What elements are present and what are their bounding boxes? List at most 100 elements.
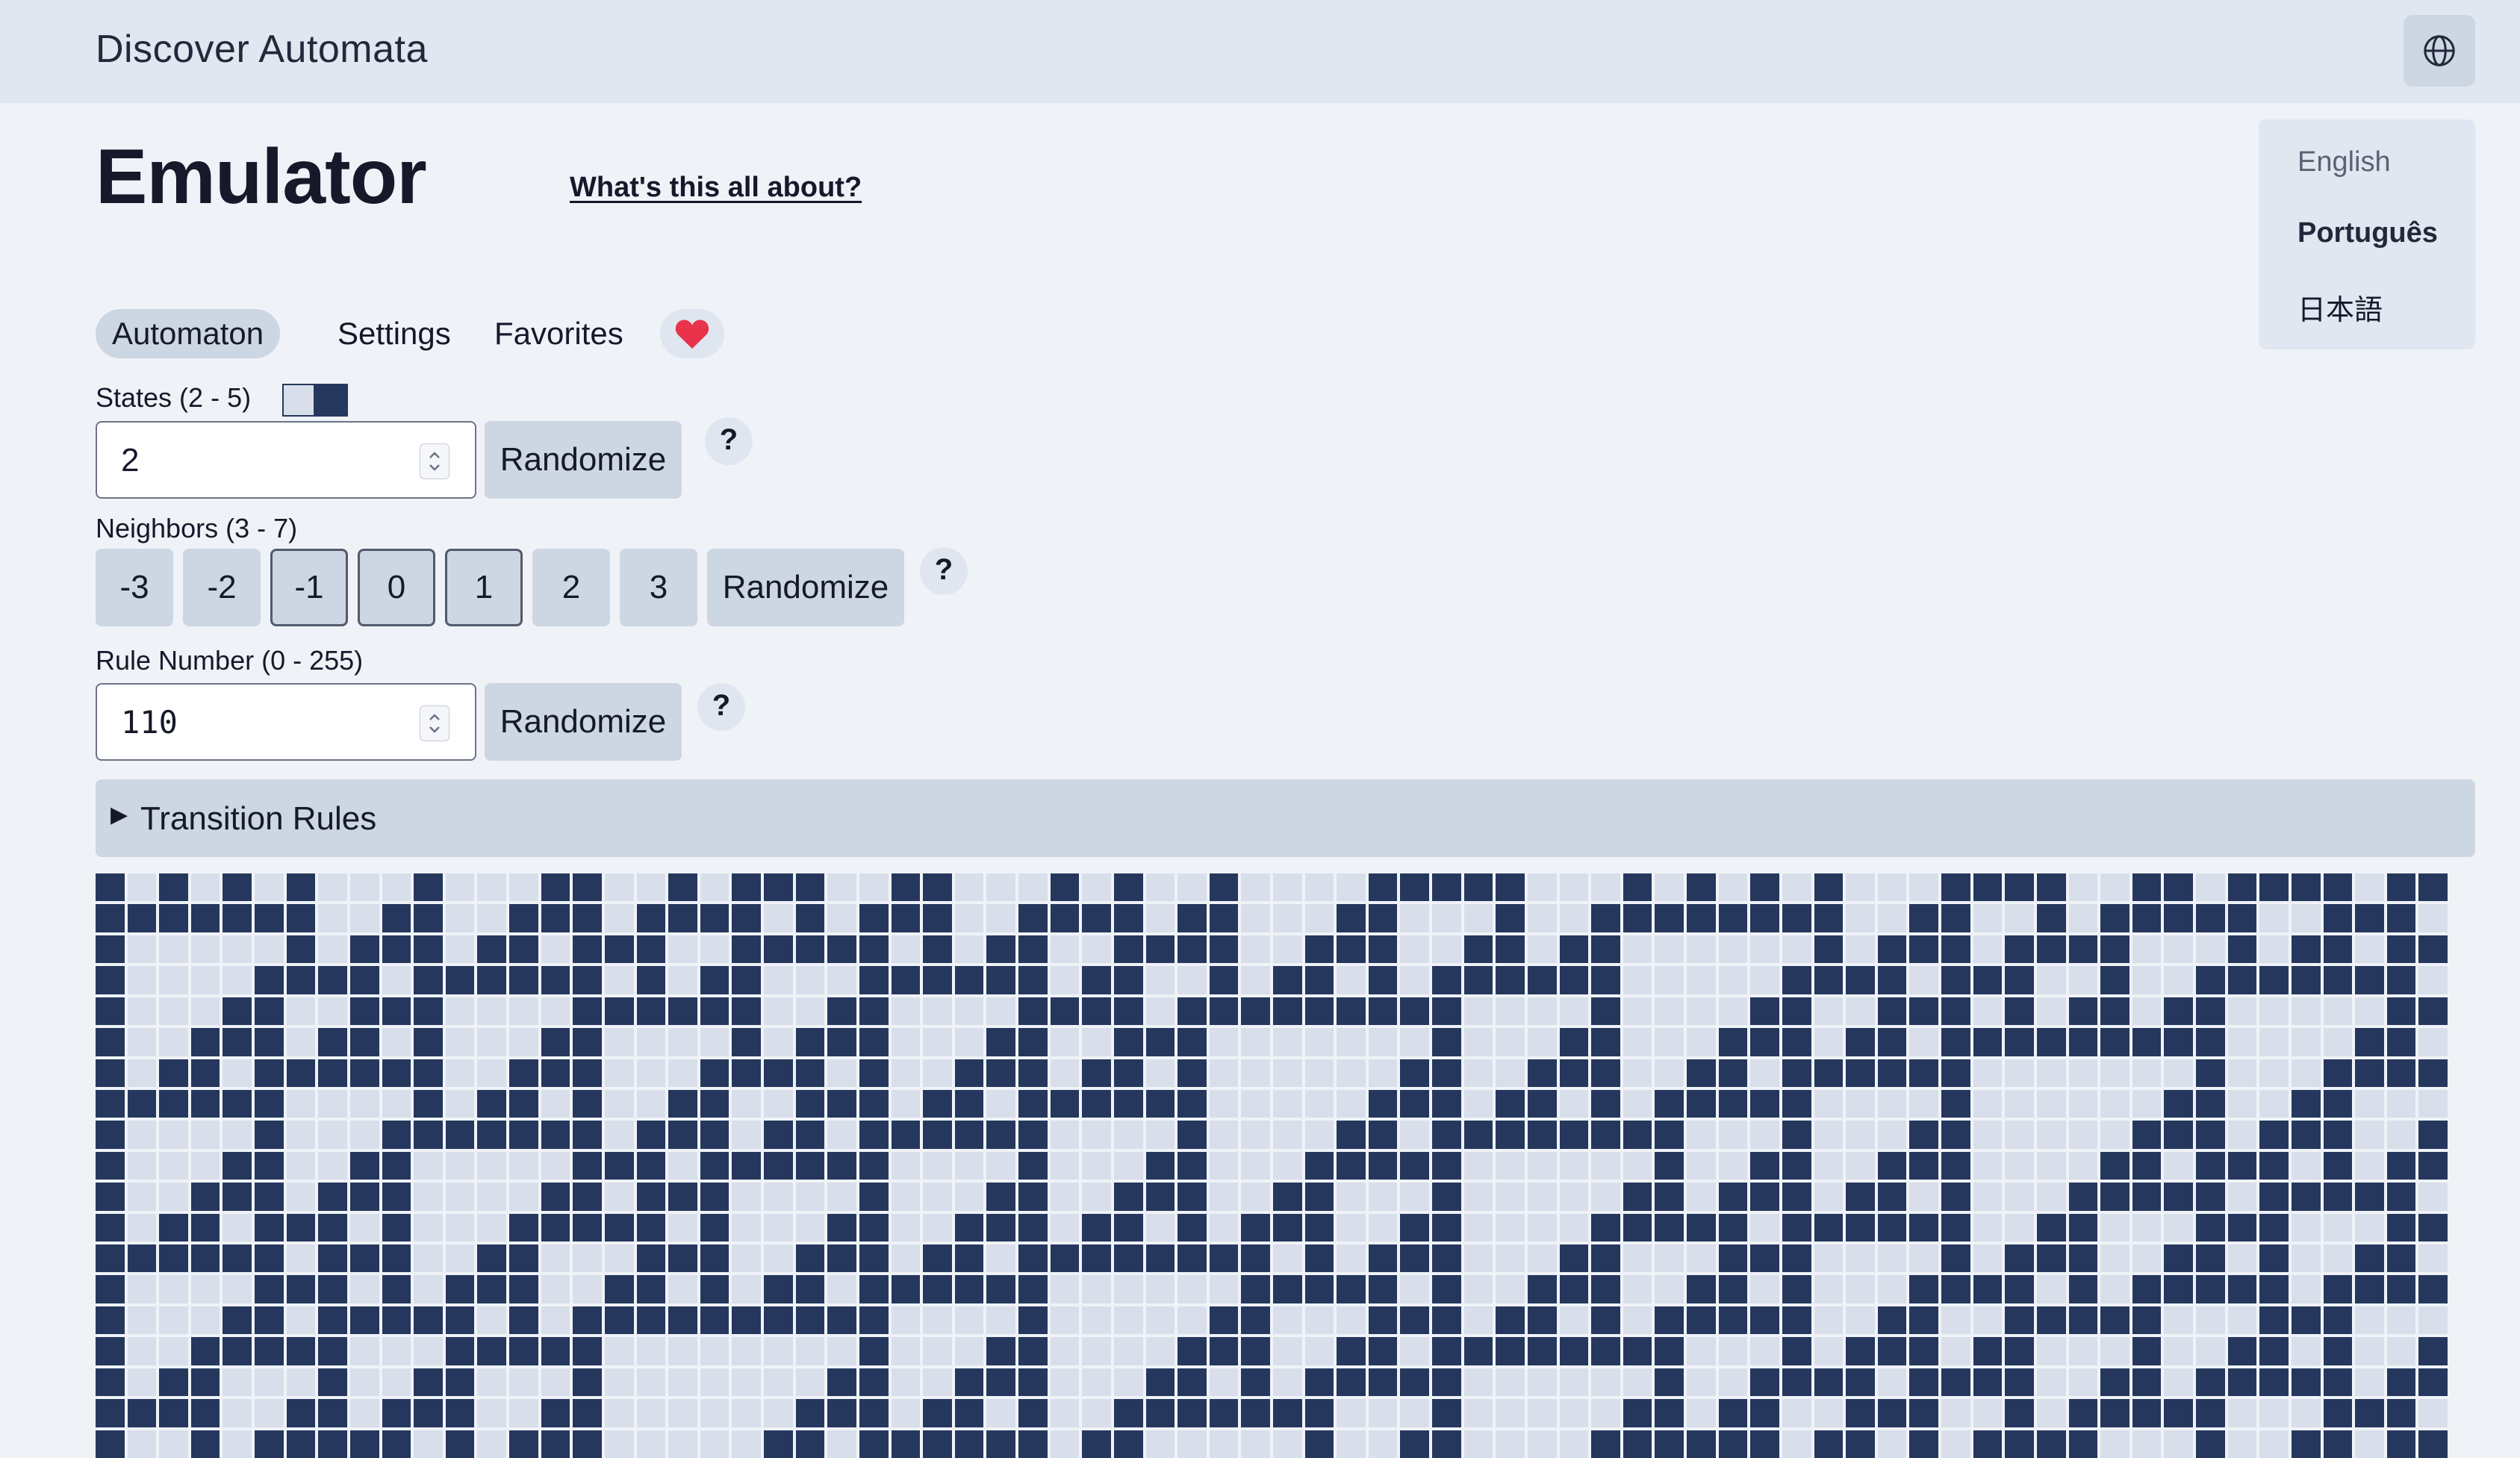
cell: [636, 1151, 666, 1180]
neighbor-offset-1-button[interactable]: 1: [445, 549, 523, 626]
language-button[interactable]: [2404, 15, 2475, 87]
cell: [986, 873, 1016, 902]
cell: [445, 873, 475, 902]
cell: [2005, 1028, 2034, 1056]
cell: [223, 1183, 252, 1211]
cell: [1304, 935, 1334, 964]
cell: [604, 1368, 634, 1397]
cell: [1973, 1244, 2003, 1273]
cell: [2386, 966, 2416, 994]
cell: [1941, 873, 1970, 902]
rule-help-button[interactable]: ?: [697, 683, 745, 731]
cell: [286, 1213, 316, 1242]
favorite-button[interactable]: [660, 309, 724, 358]
cell: [2132, 1337, 2162, 1365]
cell: [764, 1059, 793, 1087]
states-spinner[interactable]: [420, 443, 449, 479]
cell: [1591, 966, 1620, 994]
cell: [1782, 935, 1811, 964]
cell: [764, 904, 793, 932]
cell: [1113, 1121, 1143, 1149]
cell: [2196, 904, 2225, 932]
language-option-english[interactable]: English: [2297, 146, 2391, 178]
states-randomize-button[interactable]: Randomize: [485, 421, 682, 499]
cell: [2323, 1337, 2353, 1365]
cell: [2259, 904, 2289, 932]
cell: [2386, 873, 2416, 902]
neighbor-offset-minus-3-button[interactable]: -3: [96, 549, 173, 626]
cell: [732, 935, 762, 964]
cell: [1877, 1430, 1907, 1458]
cell: [764, 1121, 793, 1149]
cell: [1782, 1059, 1811, 1087]
cell: [541, 1121, 570, 1149]
cell: [1400, 1337, 1430, 1365]
cell: [1177, 1028, 1207, 1056]
state-color-1-swatch[interactable]: [315, 384, 348, 417]
states-input[interactable]: 2: [96, 421, 476, 499]
cell: [2196, 1399, 2225, 1427]
neighbor-offset-minus-1-button[interactable]: -1: [270, 549, 348, 626]
cell: [96, 873, 125, 902]
cell: [159, 966, 188, 994]
automaton-grid[interactable]: [96, 873, 2448, 1458]
rule-number-input[interactable]: 110: [96, 683, 476, 761]
cell: [1018, 1183, 1048, 1211]
cell: [477, 1430, 507, 1458]
cell: [2068, 997, 2098, 1026]
cell: [190, 997, 220, 1026]
cell: [509, 1275, 538, 1303]
neighbor-offset-2-button[interactable]: 2: [532, 549, 610, 626]
transition-rules-toggle[interactable]: ▶ Transition Rules: [96, 779, 2475, 857]
cell: [2100, 1399, 2129, 1427]
cell: [1846, 1183, 1875, 1211]
cell: [636, 1306, 666, 1335]
cell: [732, 1368, 762, 1397]
cell: [2036, 1368, 2066, 1397]
tab-favorites[interactable]: Favorites: [478, 309, 640, 358]
neighbors-randomize-button[interactable]: Randomize: [707, 549, 904, 626]
tab-automaton[interactable]: Automaton: [96, 309, 281, 358]
cell: [541, 966, 570, 994]
cell: [859, 1213, 889, 1242]
cell: [732, 1399, 762, 1427]
cell: [1591, 1399, 1620, 1427]
neighbors-help-button[interactable]: ?: [920, 547, 968, 595]
cell: [2355, 1151, 2384, 1180]
rule-number-spinner[interactable]: [420, 705, 449, 741]
neighbor-offset-0-button[interactable]: 0: [358, 549, 435, 626]
language-option-portuguese[interactable]: Português: [2297, 217, 2438, 249]
rule-randomize-button[interactable]: Randomize: [485, 683, 682, 761]
cell: [636, 1275, 666, 1303]
cell: [859, 997, 889, 1026]
about-link[interactable]: What's this all about?: [570, 172, 862, 204]
cell: [1241, 1213, 1270, 1242]
cell: [1814, 1213, 1844, 1242]
app-title[interactable]: Discover Automata: [96, 27, 428, 72]
cell: [2291, 1368, 2321, 1397]
neighbor-offset-3-button[interactable]: 3: [620, 549, 697, 626]
cell: [1687, 1244, 1716, 1273]
cell: [2196, 1213, 2225, 1242]
cell: [1909, 1368, 1939, 1397]
cell: [1337, 1306, 1366, 1335]
cell: [923, 1028, 952, 1056]
cell: [1877, 966, 1907, 994]
cell: [1941, 1275, 1970, 1303]
neighbor-offset-minus-2-button[interactable]: -2: [183, 549, 261, 626]
cell: [1687, 1028, 1716, 1056]
cell: [2164, 1059, 2194, 1087]
cell: [1177, 1183, 1207, 1211]
state-color-0-swatch[interactable]: [282, 384, 315, 417]
states-help-button[interactable]: ?: [705, 417, 753, 465]
cell: [2132, 1059, 2162, 1087]
cell: [2259, 1089, 2289, 1118]
cell: [668, 1399, 697, 1427]
cell: [1018, 966, 1048, 994]
language-option-japanese[interactable]: 日本語: [2297, 287, 2383, 328]
cell: [286, 1244, 316, 1273]
cell: [954, 1059, 984, 1087]
tab-settings[interactable]: Settings: [321, 309, 467, 358]
cell: [1718, 1430, 1748, 1458]
cell: [1145, 1059, 1175, 1087]
